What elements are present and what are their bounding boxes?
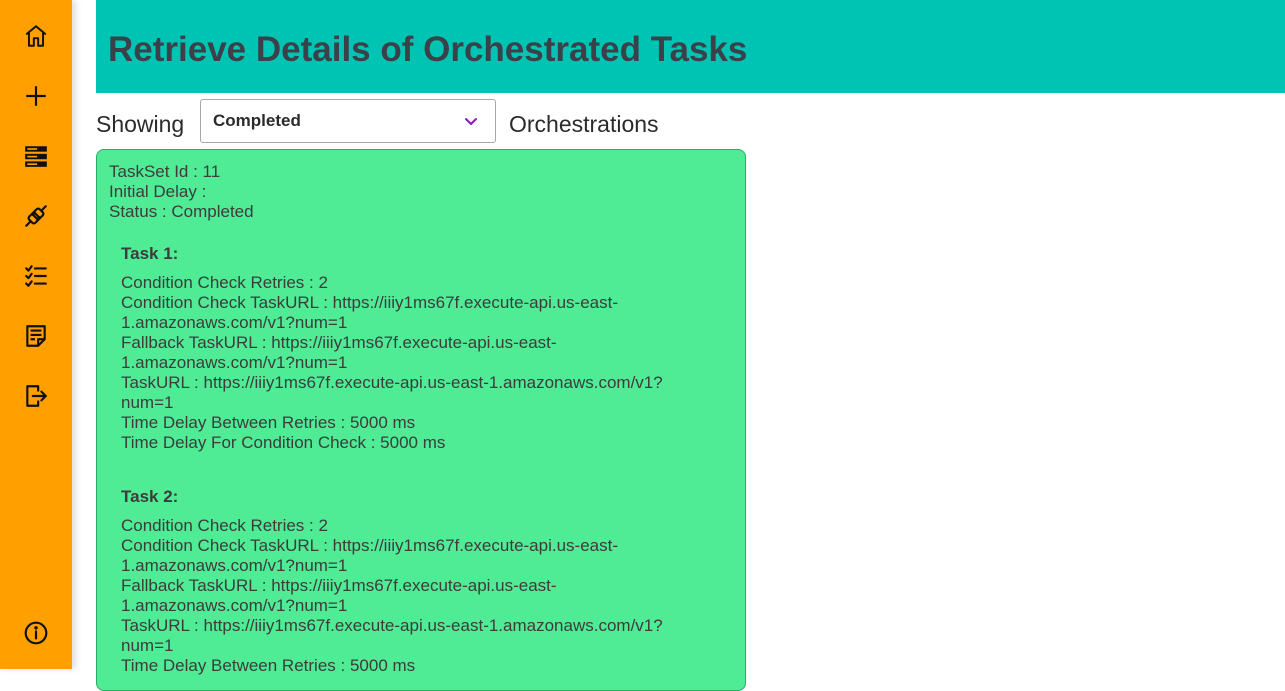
plus-icon <box>26 86 46 106</box>
status-select-value: Completed <box>213 111 301 130</box>
fallback-taskurl: Fallback TaskURL : https://iiiy1ms67f.ex… <box>121 333 557 372</box>
taskset-status: Status : Completed <box>109 202 254 221</box>
logout-icon <box>26 385 47 407</box>
add-button[interactable] <box>18 78 54 114</box>
condition-check-retries: Condition Check Retries : 2 <box>121 516 328 535</box>
page-header: Retrieve Details of Orchestrated Tasks <box>96 0 1285 93</box>
task-block: Task 1: Condition Check Retries : 2 Cond… <box>121 244 721 453</box>
time-delay-condition-check: Time Delay For Condition Check : 5000 ms <box>121 433 446 452</box>
orchestrations-label: Orchestrations <box>509 111 659 137</box>
task-title: Task 2: <box>121 487 179 506</box>
info-button[interactable] <box>18 615 54 651</box>
condition-check-taskurl: Condition Check TaskURL : https://iiiy1m… <box>121 293 619 332</box>
logs-button[interactable] <box>18 318 54 354</box>
integrations-button[interactable] <box>18 198 54 234</box>
home-icon <box>25 25 47 47</box>
time-delay-between-retries: Time Delay Between Retries : 5000 ms <box>121 656 416 675</box>
logout-button[interactable] <box>18 378 54 414</box>
task-title: Task 1: <box>121 244 179 263</box>
checklist-button[interactable] <box>18 258 54 294</box>
showing-label: Showing <box>96 111 185 137</box>
fallback-taskurl: Fallback TaskURL : https://iiiy1ms67f.ex… <box>121 576 557 615</box>
tasksets-button[interactable] <box>18 138 54 174</box>
taskset-meta: TaskSet Id : 11 Initial Delay : Status :… <box>109 162 254 222</box>
time-delay-between-retries: Time Delay Between Retries : 5000 ms <box>121 413 416 432</box>
info-icon <box>24 621 48 645</box>
initial-delay: Initial Delay : <box>109 182 207 201</box>
task-block: Task 2: Condition Check Retries : 2 Cond… <box>121 487 721 676</box>
sidebar-nav <box>0 0 72 669</box>
taskurl: TaskURL : https://iiiy1ms67f.execute-api… <box>121 373 663 412</box>
condition-check-taskurl: Condition Check TaskURL : https://iiiy1m… <box>121 536 619 575</box>
server-icon <box>25 146 47 167</box>
plug-icon <box>25 205 47 227</box>
home-button[interactable] <box>18 18 54 54</box>
status-select[interactable]: Completed <box>200 99 496 143</box>
taskurl: TaskURL : https://iiiy1ms67f.execute-api… <box>121 616 663 655</box>
document-icon <box>26 325 46 347</box>
taskset-card: TaskSet Id : 11 Initial Delay : Status :… <box>96 149 746 691</box>
taskset-id: TaskSet Id : 11 <box>109 162 221 181</box>
condition-check-retries: Condition Check Retries : 2 <box>121 273 328 292</box>
page-title: Retrieve Details of Orchestrated Tasks <box>108 30 748 69</box>
checklist-icon <box>25 265 47 287</box>
chevron-down-icon <box>465 118 477 125</box>
